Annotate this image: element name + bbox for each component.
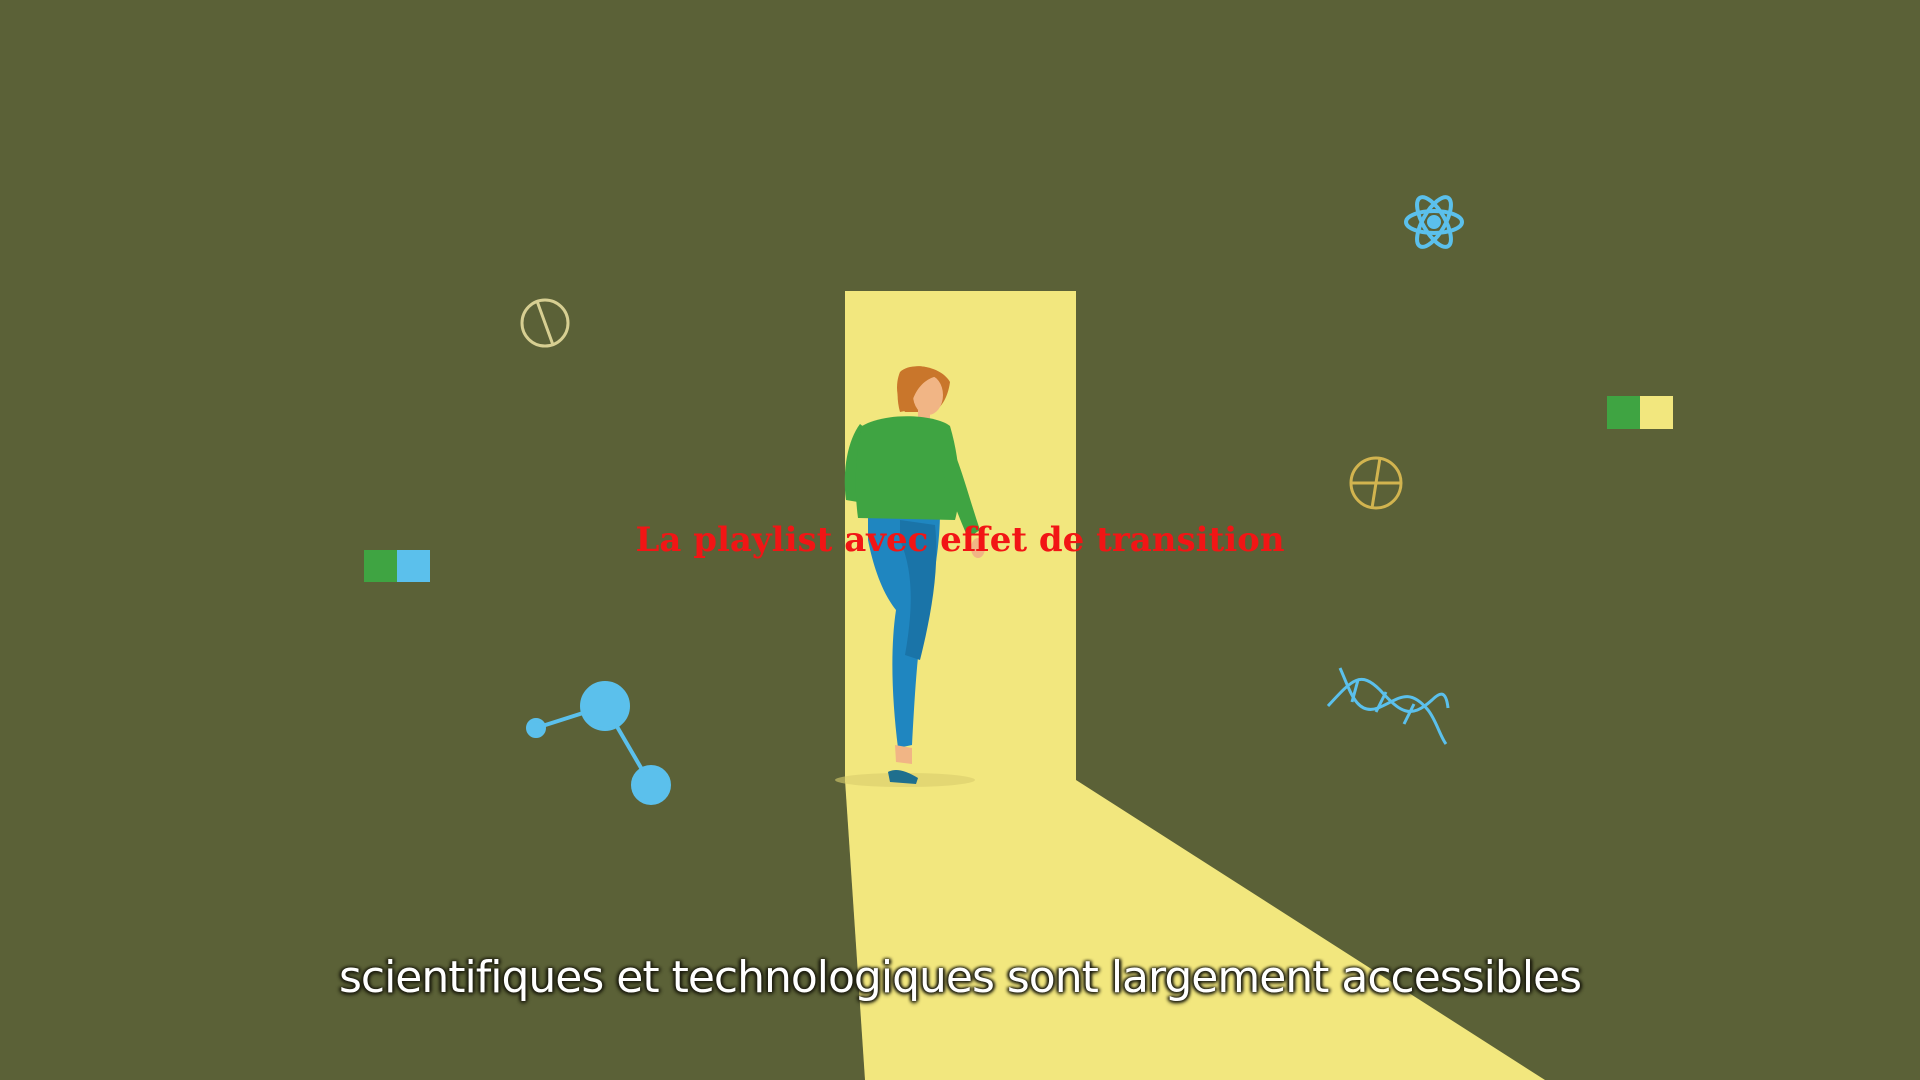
slash-circle-icon (520, 298, 570, 348)
plus-circle-icon (1349, 456, 1403, 510)
overlay-title: La playlist avec effet de transition (635, 520, 1285, 560)
floor-light-beam (845, 780, 1545, 1080)
video-player-frame[interactable]: La playlist avec effet de transition sci… (0, 0, 1920, 1080)
green-yellow-block-icon (1607, 396, 1673, 429)
subtitle-caption: scientifiques et technologiques sont lar… (338, 952, 1582, 1003)
molecule-icon (526, 681, 671, 805)
atom-icon (1404, 195, 1464, 249)
dna-icon (1326, 667, 1450, 745)
